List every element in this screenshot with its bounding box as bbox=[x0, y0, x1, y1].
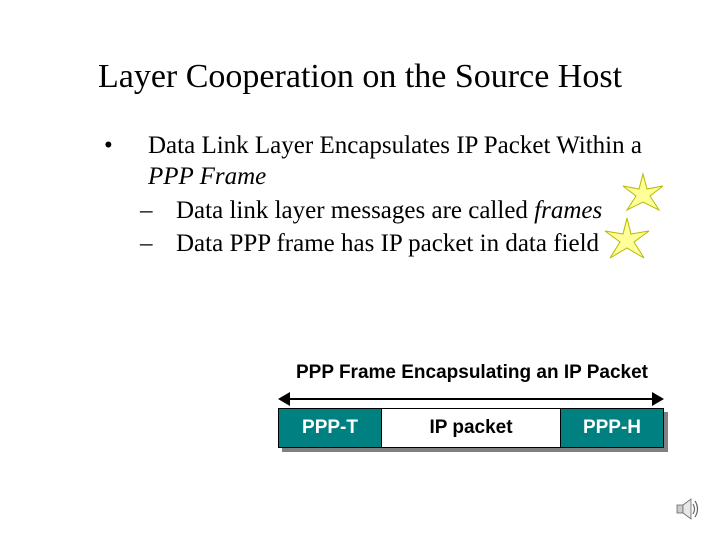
bullet2a-italic: frames bbox=[534, 197, 602, 224]
bullet-level2-b: –Data PPP frame has IP packet in data fi… bbox=[126, 228, 656, 259]
slide: Layer Cooperation on the Source Host •Da… bbox=[0, 0, 720, 540]
slide-title: Layer Cooperation on the Source Host bbox=[0, 58, 720, 96]
bullet-text-italic: PPP Frame bbox=[148, 163, 266, 190]
sound-icon[interactable] bbox=[676, 498, 702, 520]
frame-row: PPP-T IP packet PPP-H bbox=[278, 408, 664, 448]
ppp-frame-diagram: PPP-T IP packet PPP-H bbox=[278, 408, 668, 452]
bullet-level1: •Data Link Layer Encapsulates IP Packet … bbox=[126, 130, 656, 193]
double-arrow-icon bbox=[278, 392, 664, 406]
segment-ppp-header: PPP-H bbox=[561, 409, 663, 447]
diagram-caption: PPP Frame Encapsulating an IP Packet bbox=[272, 362, 672, 384]
bullet-text-part1: Data Link Layer Encapsulates IP Packet W… bbox=[148, 132, 642, 159]
segment-ip-payload: IP packet bbox=[381, 409, 561, 447]
bullet2a-text: Data link layer messages are called bbox=[176, 197, 534, 224]
body-text: •Data Link Layer Encapsulates IP Packet … bbox=[126, 130, 656, 259]
bullet-marker: • bbox=[126, 130, 148, 161]
star-icon bbox=[620, 172, 666, 218]
dash-marker: – bbox=[158, 195, 176, 226]
star-icon bbox=[602, 216, 652, 266]
bullet2b-text: Data PPP frame has IP packet in data fie… bbox=[176, 230, 599, 257]
dash-marker: – bbox=[158, 228, 176, 259]
bullet-level2-a: –Data link layer messages are called fra… bbox=[126, 195, 656, 226]
segment-ppp-trailer: PPP-T bbox=[279, 409, 381, 447]
